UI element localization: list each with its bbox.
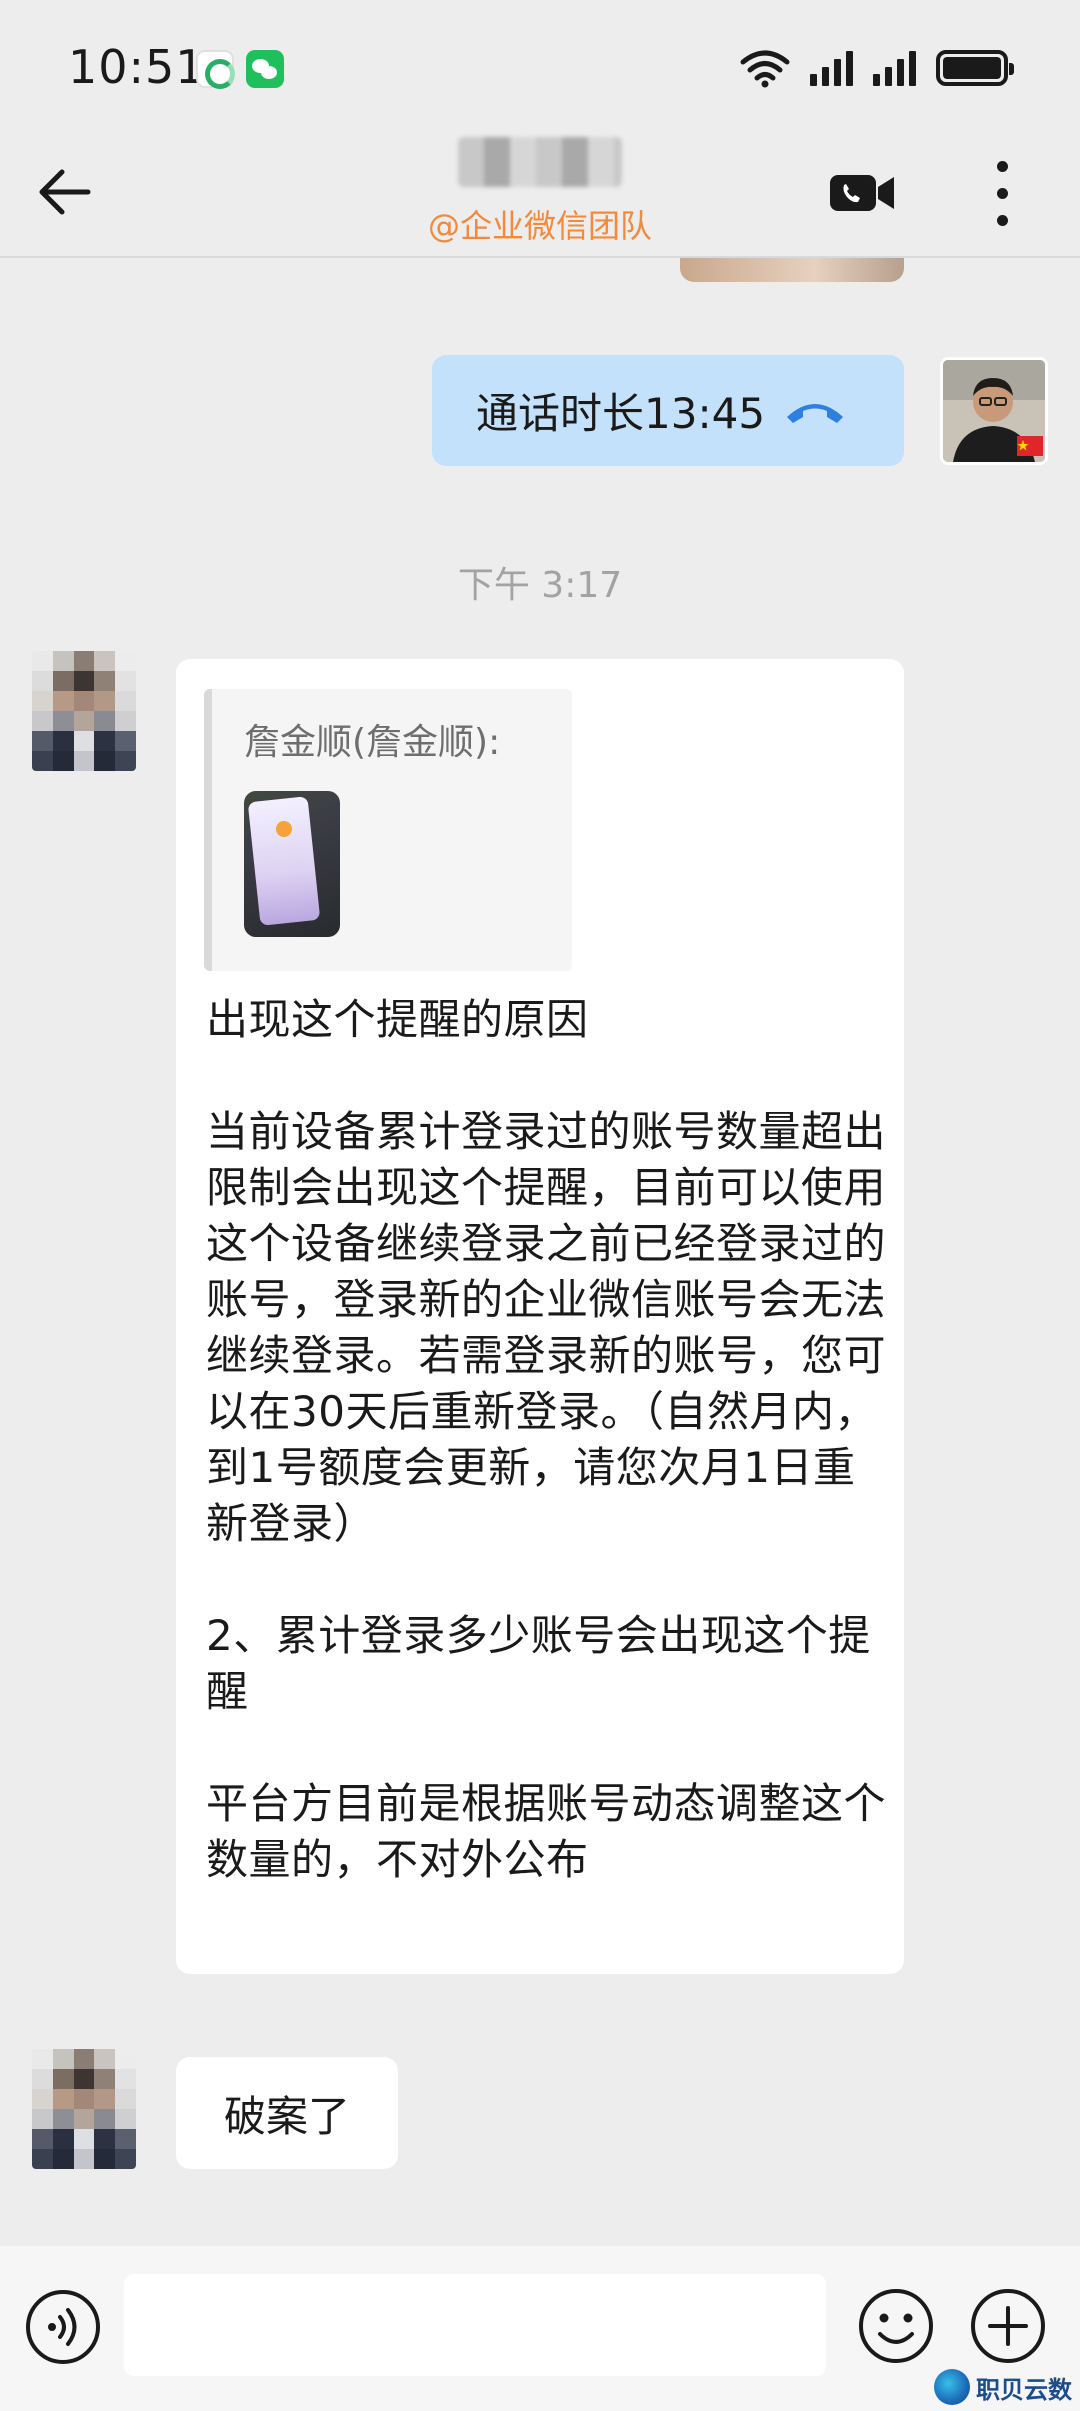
reply-paragraph: 出现这个提醒的原因: [206, 995, 589, 1044]
watermark: 职贝云数: [934, 2367, 1072, 2407]
reply-paragraph: 2、累计登录多少账号会出现这个提醒: [206, 1611, 871, 1716]
avatar-mosaic: [32, 651, 136, 771]
reply-paragraph: [206, 1048, 886, 1104]
status-indicators: [740, 46, 1014, 90]
avatar-mosaic: [32, 2049, 136, 2169]
call-record-bubble[interactable]: 通话时长13:45: [432, 355, 904, 466]
battery-icon: [936, 50, 1014, 86]
contact-avatar[interactable]: [32, 651, 136, 771]
reply-paragraph: 平台方目前是根据账号动态调整这个数量的，不对外公布: [206, 1779, 887, 1884]
reply-paragraph: [206, 1720, 886, 1776]
input-bar: [0, 2246, 1080, 2411]
message-input[interactable]: [124, 2274, 826, 2376]
quoted-image-thumbnail[interactable]: [244, 791, 340, 937]
self-avatar[interactable]: [940, 357, 1048, 465]
self-avatar-photo: [943, 360, 1045, 462]
signal-icon: [810, 50, 853, 86]
wifi-icon: [740, 50, 790, 88]
watermark-text: 职贝云数: [976, 2375, 1072, 2404]
previous-image-message[interactable]: [680, 258, 904, 282]
plus-icon[interactable]: [968, 2286, 1048, 2366]
emoji-icon[interactable]: [856, 2286, 936, 2366]
contact-avatar[interactable]: [32, 2049, 136, 2169]
short-message-text: 破案了: [223, 2091, 350, 2141]
chat-header: @企业微信团队: [0, 135, 1080, 258]
chat-title: [458, 137, 622, 187]
call-duration-text: 通话时长13:45: [476, 389, 766, 438]
quoted-message[interactable]: 詹金顺(詹金顺):: [204, 689, 572, 971]
chat-subtitle: @企业微信团队: [427, 207, 652, 245]
short-message-bubble[interactable]: 破案了: [176, 2057, 398, 2169]
voice-icon[interactable]: [24, 2288, 102, 2366]
quote-author: 詹金顺(詹金顺):: [244, 722, 501, 763]
status-time: 10:51: [68, 40, 206, 94]
wechat-icon: [246, 50, 284, 88]
video-call-icon[interactable]: [828, 163, 898, 223]
phone-hangup-icon: [787, 403, 844, 423]
status-bar: 10:51: [0, 0, 1080, 135]
reply-message-bubble[interactable]: 詹金顺(詹金顺): 出现这个提醒的原因 当前设备累计登录过的账号数量超出限制会出…: [176, 659, 904, 1974]
reply-message-text: 出现这个提醒的原因 当前设备累计登录过的账号数量超出限制会出现这个提醒，目前可以…: [206, 992, 886, 1888]
app-notification-icon: [196, 50, 235, 89]
more-vert-icon[interactable]: [982, 155, 1022, 231]
reply-paragraph: 当前设备累计登录过的账号数量超出限制会出现这个提醒，目前可以使用这个设备继续登录…: [206, 1107, 887, 1548]
reply-paragraph: [206, 1552, 886, 1608]
message-timestamp: 下午 3:17: [457, 565, 623, 606]
signal-icon: [873, 50, 916, 86]
watermark-logo-icon: [934, 2369, 970, 2405]
